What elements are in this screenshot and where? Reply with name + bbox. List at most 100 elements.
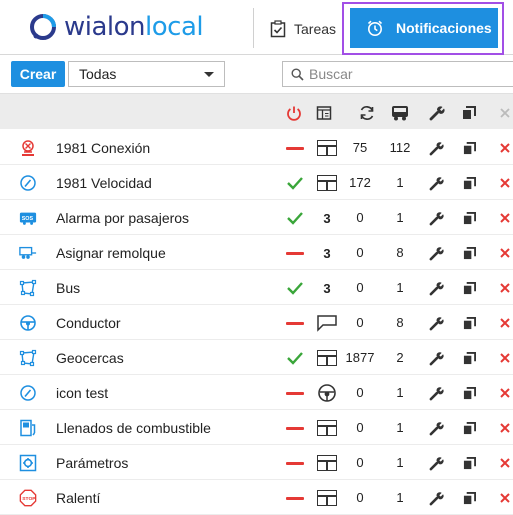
refresh-triggers-icon[interactable] <box>357 103 377 123</box>
search-icon <box>291 67 304 81</box>
wrench-icon[interactable] <box>428 315 444 331</box>
template-icon <box>314 173 340 193</box>
delete-icon[interactable] <box>497 175 513 191</box>
filter-select-value: Todas <box>79 66 117 82</box>
copy-icon[interactable] <box>461 210 477 226</box>
units-count: 8 <box>396 315 404 330</box>
notification-name[interactable]: 1981 Conexión <box>56 140 150 156</box>
units-bus-icon[interactable] <box>390 103 410 123</box>
power-icon[interactable] <box>284 103 304 123</box>
wrench-icon[interactable] <box>427 103 447 123</box>
wrench-icon[interactable] <box>428 140 444 156</box>
copy-icon[interactable] <box>461 350 477 366</box>
triggers-count: 0 <box>356 280 364 295</box>
table-row[interactable]: 1981 Conexión 75 112 <box>0 130 513 165</box>
delete-icon[interactable] <box>497 350 513 366</box>
wrench-icon[interactable] <box>428 350 444 366</box>
table-row[interactable]: Llenados de combustible 0 1 <box>0 410 513 445</box>
wrench-icon[interactable] <box>428 490 444 506</box>
template-icon <box>314 138 340 158</box>
wrench-icon[interactable] <box>428 385 444 401</box>
wialon-local-logo[interactable]: wialonlocal <box>28 10 204 44</box>
delete-icon[interactable] <box>497 140 513 156</box>
delete-icon[interactable] <box>497 385 513 401</box>
notification-name[interactable]: Alarma por pasajeros <box>56 210 189 226</box>
tab-notifications[interactable]: Notificaciones <box>350 8 498 48</box>
delete-icon[interactable] <box>497 210 513 226</box>
tasks-checkbox-icon <box>270 20 286 38</box>
triggers-count: 75 <box>352 140 368 155</box>
inactive-dash-icon[interactable] <box>284 419 306 437</box>
wrench-icon[interactable] <box>428 420 444 436</box>
copy-icon[interactable] <box>461 490 477 506</box>
notification-name[interactable]: Parámetros <box>56 455 128 471</box>
copy-icon[interactable] <box>461 315 477 331</box>
notification-name[interactable]: Bus <box>56 280 80 296</box>
triggers-count: 0 <box>356 490 364 505</box>
delete-icon[interactable] <box>495 103 513 123</box>
notification-name[interactable]: Ralentí <box>56 490 100 506</box>
active-check-icon[interactable] <box>284 349 306 367</box>
table-row[interactable]: icon test 0 1 <box>0 375 513 410</box>
notification-name[interactable]: Conductor <box>56 315 121 331</box>
active-check-icon[interactable] <box>284 209 306 227</box>
table-row[interactable]: STOP Ralentí 0 1 <box>0 480 513 515</box>
delete-icon[interactable] <box>497 280 513 296</box>
delete-icon[interactable] <box>497 455 513 471</box>
notification-name[interactable]: Geocercas <box>56 350 124 366</box>
delete-icon[interactable] <box>497 490 513 506</box>
units-count: 1 <box>396 385 404 400</box>
copy-icon[interactable] <box>461 245 477 261</box>
copy-icon[interactable] <box>461 455 477 471</box>
notification-name[interactable]: Llenados de combustible <box>56 420 211 436</box>
stop-sign-icon: STOP <box>19 489 37 507</box>
notification-name[interactable]: icon test <box>56 385 108 401</box>
delete-icon[interactable] <box>497 245 513 261</box>
copy-icon[interactable] <box>459 103 479 123</box>
inactive-dash-icon[interactable] <box>284 139 306 157</box>
active-check-icon[interactable] <box>284 279 306 297</box>
units-count: 1 <box>396 280 404 295</box>
table-row[interactable]: Bus 3 0 1 <box>0 270 513 305</box>
copy-icon[interactable] <box>461 385 477 401</box>
create-button[interactable]: Crear <box>11 61 65 87</box>
inactive-dash-icon[interactable] <box>284 454 306 472</box>
inactive-dash-icon[interactable] <box>284 244 306 262</box>
wrench-icon[interactable] <box>428 455 444 471</box>
delete-icon[interactable] <box>497 420 513 436</box>
table-row[interactable]: Conductor 0 8 <box>0 305 513 340</box>
notification-type-icon[interactable] <box>314 103 334 123</box>
copy-icon[interactable] <box>461 420 477 436</box>
copy-icon[interactable] <box>461 280 477 296</box>
inactive-dash-icon[interactable] <box>284 489 306 507</box>
app-header: wialonlocal Tareas Notificaciones <box>0 0 513 55</box>
notification-name[interactable]: 1981 Velocidad <box>56 175 152 191</box>
inactive-dash-icon[interactable] <box>284 384 306 402</box>
filter-select[interactable]: Todas <box>68 61 225 87</box>
delete-icon[interactable] <box>497 315 513 331</box>
wrench-icon[interactable] <box>428 210 444 226</box>
table-row[interactable]: SOS Alarma por pasajeros 3 0 1 <box>0 200 513 235</box>
search-input[interactable] <box>309 66 499 82</box>
triggers-count: 0 <box>356 245 364 260</box>
header-divider <box>253 8 254 48</box>
wrench-icon[interactable] <box>428 245 444 261</box>
units-count: 1 <box>396 490 404 505</box>
trailer-icon <box>19 244 37 262</box>
table-row[interactable]: Geocercas 1877 2 <box>0 340 513 375</box>
active-check-icon[interactable] <box>284 174 306 192</box>
units-count: 1 <box>396 420 404 435</box>
template-icon <box>314 418 340 438</box>
table-header <box>0 93 513 129</box>
copy-icon[interactable] <box>461 140 477 156</box>
wrench-icon[interactable] <box>428 175 444 191</box>
search-box[interactable] <box>282 61 513 87</box>
copy-icon[interactable] <box>461 175 477 191</box>
inactive-dash-icon[interactable] <box>284 314 306 332</box>
tab-tasks[interactable]: Tareas <box>270 18 336 40</box>
table-row[interactable]: Parámetros 0 1 <box>0 445 513 480</box>
table-row[interactable]: 1981 Velocidad 172 1 <box>0 165 513 200</box>
wrench-icon[interactable] <box>428 280 444 296</box>
table-row[interactable]: Asignar remolque 3 0 8 <box>0 235 513 270</box>
notification-name[interactable]: Asignar remolque <box>56 245 166 261</box>
